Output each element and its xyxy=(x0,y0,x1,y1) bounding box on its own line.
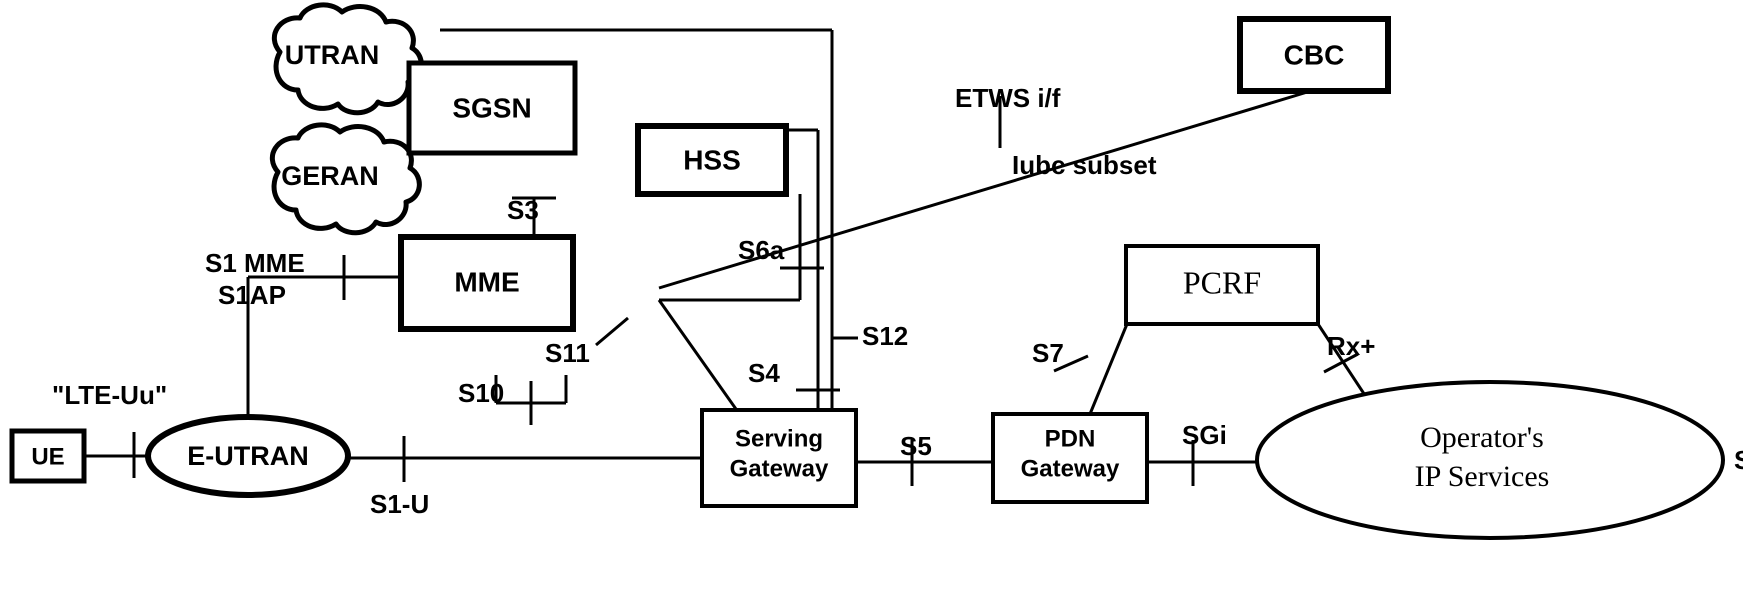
label-iubc-subset: Iubc subset xyxy=(1012,150,1157,180)
link-pgw-pcrf-s7 xyxy=(1088,323,1129,415)
label-s10: S10 xyxy=(458,378,504,408)
label-sgi: SGi xyxy=(1182,420,1227,450)
label-lte-uu: "LTE-Uu" xyxy=(52,380,167,410)
label-s1ap: S1AP xyxy=(218,280,286,310)
node-serving-gateway[interactable]: Serving Gateway xyxy=(700,408,858,508)
utran-label: UTRAN xyxy=(285,40,380,70)
operators-ip-services-label-line1: Operator's xyxy=(1420,421,1544,454)
label-etws-iff: ETWS i/f xyxy=(955,83,1061,113)
cbc-label: CBC xyxy=(1284,39,1345,70)
node-geran[interactable]: GERAN xyxy=(270,122,422,236)
node-operators-ip-services[interactable]: Operator's IP Services xyxy=(1255,380,1725,540)
node-sgsn[interactable]: SGSN xyxy=(406,60,578,156)
label-s7: S7 xyxy=(1032,338,1064,368)
pdn-gateway-label-line2: Gateway xyxy=(1021,455,1120,482)
node-pdn-gateway[interactable]: PDN Gateway xyxy=(991,412,1149,504)
node-utran[interactable]: UTRAN xyxy=(272,2,424,116)
sgsn-label: SGSN xyxy=(452,92,531,123)
node-hss[interactable]: HSS xyxy=(635,123,789,197)
geran-label: GERAN xyxy=(281,161,379,191)
hss-label: HSS xyxy=(683,144,741,175)
serving-gateway-label-line2: Gateway xyxy=(730,455,829,482)
diagram-canvas: UTRAN GERAN SGSN HSS MME CBC Serving Gat… xyxy=(0,0,1743,609)
label-s1-mme: S1 MME xyxy=(205,248,305,278)
node-pcrf[interactable]: PCRF xyxy=(1124,244,1320,326)
serving-gateway-label-line1: Serving xyxy=(735,425,823,452)
tick-s11 xyxy=(595,316,629,347)
label-s4: S4 xyxy=(748,358,780,388)
mme-label: MME xyxy=(454,266,519,297)
label-s11: S11 xyxy=(545,338,590,368)
node-eutran[interactable]: E-UTRAN xyxy=(145,414,351,498)
label-s12: S12 xyxy=(862,321,908,351)
eutran-label: E-UTRAN xyxy=(187,441,309,471)
label-s6a: S6a xyxy=(738,235,785,265)
pcrf-label: PCRF xyxy=(1183,264,1261,300)
node-mme[interactable]: MME xyxy=(398,234,576,332)
node-cbc[interactable]: CBC xyxy=(1237,16,1391,94)
node-ue[interactable]: UE xyxy=(9,428,87,484)
operators-ip-services-label-line2: IP Services xyxy=(1415,460,1550,493)
ue-label: UE xyxy=(31,443,64,470)
label-s1-u: S1-U xyxy=(370,489,429,519)
label-s5: S5 xyxy=(900,431,932,461)
label-rx-plus: Rx+ xyxy=(1327,331,1375,361)
pdn-gateway-label-line1: PDN xyxy=(1045,425,1096,452)
network-architecture-diagram: UTRAN GERAN SGSN HSS MME CBC Serving Gat… xyxy=(9,2,1743,540)
label-clipped-s: S xyxy=(1734,445,1743,475)
label-s3: S3 xyxy=(507,195,539,225)
